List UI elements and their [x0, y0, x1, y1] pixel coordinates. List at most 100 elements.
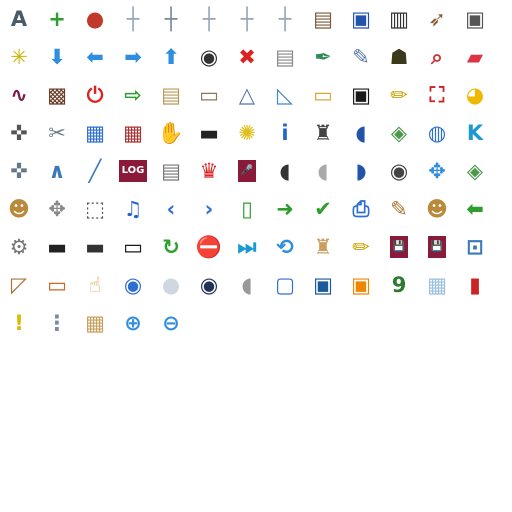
trash-bin-icon[interactable]: ▮: [459, 269, 491, 301]
document-delete-icon[interactable]: ▤: [269, 41, 301, 73]
app-window-icon[interactable]: ▦: [79, 117, 111, 149]
sand-castle-icon[interactable]: ♜: [307, 231, 339, 263]
camera-rig-icon[interactable]: ◉: [383, 155, 415, 187]
game-controller-icon[interactable]: ✜: [3, 155, 35, 187]
sudoku-icon[interactable]: 9: [383, 269, 415, 301]
monitor-score-icon[interactable]: ▣: [345, 79, 377, 111]
rotate-square-icon[interactable]: ⟲: [269, 231, 301, 263]
power-red-icon[interactable]: ⏻: [79, 79, 111, 111]
mario-character-icon[interactable]: ♛: [193, 155, 225, 187]
geometry-triangle-icon[interactable]: △: [231, 79, 263, 111]
document-settings-icon[interactable]: ⚙: [3, 231, 35, 263]
arrow-right-icon[interactable]: ➡: [117, 41, 149, 73]
screenshot-camera-icon[interactable]: ◉: [117, 269, 149, 301]
log-file-icon[interactable]: LOG: [117, 155, 149, 187]
grid-dashed-2-icon[interactable]: ┼: [193, 3, 225, 35]
microphone-icon[interactable]: 🎤: [231, 155, 263, 187]
crop-icon[interactable]: ⊡: [459, 231, 491, 263]
mouse-white-icon[interactable]: ◖: [307, 155, 339, 187]
floppy-disk-icon[interactable]: 💾: [383, 231, 415, 263]
mouse-dark-icon[interactable]: ◖: [269, 155, 301, 187]
selection-edit-icon[interactable]: ✎: [345, 41, 377, 73]
square-frame-icon[interactable]: ▢: [269, 269, 301, 301]
grid-cross-icon[interactable]: ┼: [155, 3, 187, 35]
add-green-icon[interactable]: +: [41, 3, 73, 35]
eraser-icon[interactable]: ▰: [459, 41, 491, 73]
grid-dashed-4-icon[interactable]: ┼: [269, 3, 301, 35]
red-x-icon[interactable]: ✖: [231, 41, 263, 73]
stop-red-icon[interactable]: ⛔: [193, 231, 225, 263]
zoom-out-icon[interactable]: ⊖: [155, 307, 187, 339]
floppy-disk-2-icon[interactable]: 💾: [421, 231, 453, 263]
pointing-hand-icon[interactable]: ☝: [79, 269, 111, 301]
document-scroll-icon[interactable]: ▤: [155, 79, 187, 111]
chevron-left-icon[interactable]: ‹: [155, 193, 187, 225]
pencil-edit-icon[interactable]: ✏: [345, 231, 377, 263]
go-forward-green-icon[interactable]: ➜: [269, 193, 301, 225]
map-terrain-icon[interactable]: ◈: [459, 155, 491, 187]
go-back-green-icon[interactable]: ⬅: [459, 193, 491, 225]
mouse-outline-icon[interactable]: ◖: [231, 269, 263, 301]
portable-player-icon[interactable]: ▬: [79, 231, 111, 263]
text-document-icon[interactable]: ▤: [155, 155, 187, 187]
pencil-icon[interactable]: ✏: [383, 79, 415, 111]
mouse-keys-icon[interactable]: ▣: [459, 3, 491, 35]
film-strip-icon[interactable]: ▤: [307, 3, 339, 35]
line-diagonal-icon[interactable]: ╱: [79, 155, 111, 187]
grid-dashed-icon[interactable]: ┼: [117, 3, 149, 35]
info-icon[interactable]: i: [269, 117, 301, 149]
open-drawer-icon[interactable]: ▭: [41, 269, 73, 301]
art-brushes-icon[interactable]: ✎: [383, 193, 415, 225]
arrow-up-icon[interactable]: ⬆: [155, 41, 187, 73]
cardboard-box-icon[interactable]: ▦: [79, 307, 111, 339]
folder-back-icon[interactable]: ▭: [307, 79, 339, 111]
speaker-icon[interactable]: ◉: [193, 269, 225, 301]
music-note-icon[interactable]: ♫: [117, 193, 149, 225]
arrow-down-icon[interactable]: ⬇: [41, 41, 73, 73]
checkmark-icon[interactable]: ✔: [307, 193, 339, 225]
grid-dashed-3-icon[interactable]: ┼: [231, 3, 263, 35]
hand-grab-icon[interactable]: ✋: [155, 117, 187, 149]
warning-icon[interactable]: !: [3, 307, 35, 339]
move-arrows-icon[interactable]: ✥: [421, 155, 453, 187]
color-balls-icon[interactable]: ●: [79, 3, 111, 35]
skip-end-icon[interactable]: ⏭: [231, 231, 263, 263]
printer-icon[interactable]: ⎙: [345, 193, 377, 225]
polyline-icon[interactable]: ∧: [41, 155, 73, 187]
squiggle-line-icon[interactable]: ∿: [3, 79, 35, 111]
globe-grid-icon[interactable]: ◍: [421, 117, 453, 149]
fullscreen-window-icon[interactable]: ⛶: [421, 79, 453, 111]
pen-nib-icon[interactable]: ✒: [307, 41, 339, 73]
inbox-tray-icon[interactable]: ▭: [193, 79, 225, 111]
game-console-icon[interactable]: ▬: [41, 231, 73, 263]
select-pointer-icon[interactable]: ⬚: [79, 193, 111, 225]
psp-icon[interactable]: ▭: [117, 231, 149, 263]
handheld-console-icon[interactable]: ▬: [193, 117, 225, 149]
magnifier-bug-icon[interactable]: ⌕: [421, 41, 453, 73]
camera-gear-icon[interactable]: ◉: [193, 41, 225, 73]
map-layers-icon[interactable]: ◈: [383, 117, 415, 149]
letter-a-circle-icon[interactable]: A: [3, 3, 35, 35]
mouse-blue-2-icon[interactable]: ◗: [345, 155, 377, 187]
checker-pattern-icon[interactable]: ▦: [421, 269, 453, 301]
pacman-icon[interactable]: ◕: [459, 79, 491, 111]
chevron-right-icon[interactable]: ›: [193, 193, 225, 225]
viking-helmet-icon[interactable]: ☻: [3, 193, 35, 225]
new-document-icon[interactable]: ▯: [231, 193, 263, 225]
mouse-blue-icon[interactable]: ◖: [345, 117, 377, 149]
arrow-left-icon[interactable]: ⬅: [79, 41, 111, 73]
tp-cube-icon[interactable]: ▣: [307, 269, 339, 301]
bow-arrow-icon[interactable]: ➶: [421, 3, 453, 35]
bug-icon[interactable]: ☗: [383, 41, 415, 73]
pearl-ball-icon[interactable]: ●: [155, 269, 187, 301]
tools-wrench-icon[interactable]: ✂: [41, 117, 73, 149]
grid-dots-icon[interactable]: ⋮: [41, 307, 73, 339]
joystick-icon[interactable]: ♜: [307, 117, 339, 149]
move-points-icon[interactable]: ✥: [41, 193, 73, 225]
draw-diagonal-icon[interactable]: ◸: [3, 269, 35, 301]
export-page-icon[interactable]: ⇨: [117, 79, 149, 111]
light-bulb-icon[interactable]: ✺: [231, 117, 263, 149]
piano-keys-icon[interactable]: ▥: [383, 3, 415, 35]
brown-texture-icon[interactable]: ▩: [41, 79, 73, 111]
viking-helmet-2-icon[interactable]: ☻: [421, 193, 453, 225]
